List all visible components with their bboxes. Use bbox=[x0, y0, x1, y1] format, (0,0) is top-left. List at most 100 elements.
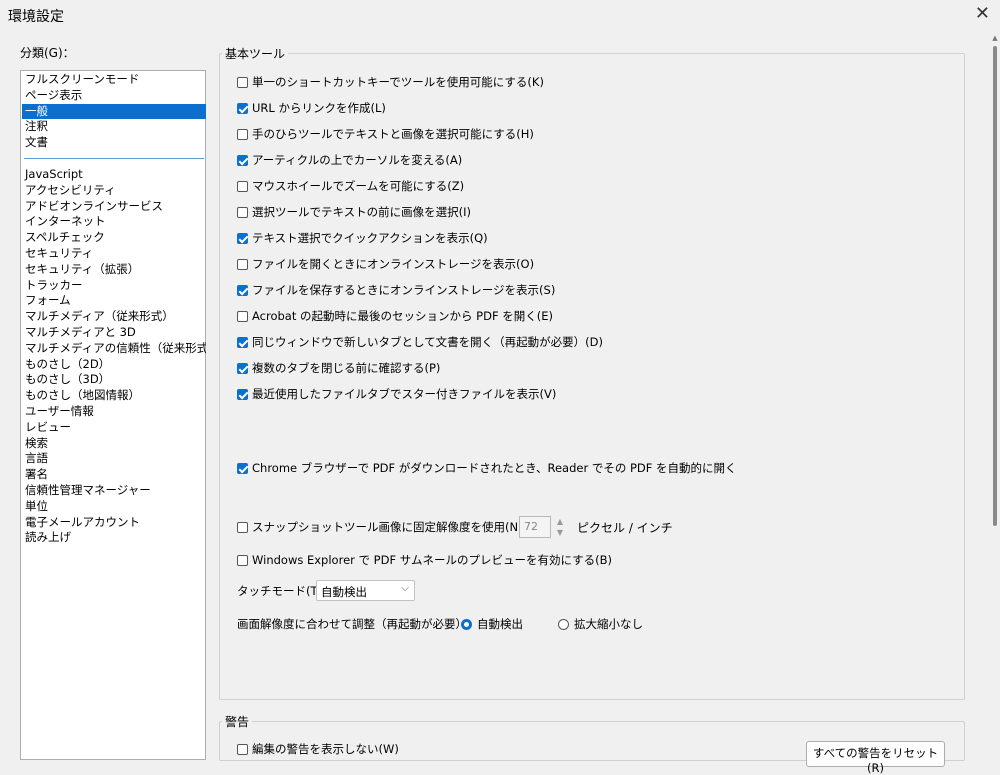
chrome-open-checkbox[interactable] bbox=[237, 463, 248, 474]
basic-tool-option[interactable]: 最近使用したファイルタブでスター付きファイルを表示(V) bbox=[237, 386, 556, 402]
option-checkbox[interactable] bbox=[237, 389, 248, 400]
reset-warnings-button[interactable]: すべての警告をリセット(R) bbox=[806, 741, 945, 775]
option-checkbox[interactable] bbox=[237, 259, 248, 270]
category-item[interactable]: セキュリティ bbox=[22, 246, 206, 262]
stepper-down-icon[interactable]: ▼ bbox=[554, 527, 566, 538]
option-checkbox[interactable] bbox=[237, 181, 248, 192]
category-item[interactable]: 電子メールアカウント bbox=[22, 515, 206, 531]
option-checkbox[interactable] bbox=[237, 129, 248, 140]
option-checkbox[interactable] bbox=[237, 207, 248, 218]
scrollbar-thumb[interactable] bbox=[993, 46, 997, 526]
category-item[interactable]: ものさし（3D） bbox=[22, 372, 206, 388]
resolution-label: 画面解像度に合わせて調整（再起動が必要）： bbox=[237, 617, 473, 631]
explorer-preview-option[interactable]: Windows Explorer で PDF サムネールのプレビューを有効にする… bbox=[237, 552, 612, 568]
radio-auto-detect-icon[interactable] bbox=[461, 619, 472, 630]
category-item[interactable]: インターネット bbox=[22, 214, 206, 230]
title-bar: 環境設定 ✕ bbox=[0, 0, 1000, 30]
option-checkbox[interactable] bbox=[237, 285, 248, 296]
option-label: 手のひらツールでテキストと画像を選択可能にする(H) bbox=[252, 127, 534, 141]
option-label: ファイルを保存するときにオンラインストレージを表示(S) bbox=[252, 283, 556, 297]
category-item[interactable]: ユーザー情報 bbox=[22, 404, 206, 420]
category-item[interactable]: JavaScript bbox=[22, 167, 206, 183]
option-checkbox[interactable] bbox=[237, 363, 248, 374]
category-item[interactable]: トラッカー bbox=[22, 278, 206, 294]
basic-tools-group bbox=[219, 53, 965, 700]
chevron-down-icon: ⌵ bbox=[401, 583, 409, 594]
category-item[interactable]: スペルチェック bbox=[22, 230, 206, 246]
category-item[interactable]: ものさし（地図情報） bbox=[22, 388, 206, 404]
snapshot-resolution-input[interactable]: 72 bbox=[519, 516, 551, 538]
category-item[interactable]: 文書 bbox=[22, 135, 206, 151]
categories-separator bbox=[24, 158, 204, 159]
category-item[interactable]: アクセシビリティ bbox=[22, 183, 206, 199]
suppress-edit-warning-option[interactable]: 編集の警告を表示しない(W) bbox=[237, 741, 399, 757]
option-checkbox[interactable] bbox=[237, 77, 248, 88]
category-item[interactable]: 検索 bbox=[22, 436, 206, 452]
basic-tool-option[interactable]: マウスホイールでズームを可能にする(Z) bbox=[237, 178, 464, 194]
categories-list[interactable]: フルスクリーンモード ページ表示 一般 注釈 文書 JavaScript アクセシビリティア… bbox=[20, 70, 206, 760]
category-item[interactable]: フルスクリーンモード bbox=[22, 72, 206, 88]
category-item[interactable]: 一般 bbox=[22, 103, 206, 120]
categories-label: 分類(G)： bbox=[20, 46, 75, 60]
option-label: 同じウィンドウで新しいタブとして文書を開く（再起動が必要）(D) bbox=[252, 335, 603, 349]
touch-mode-select[interactable]: 自動検出 ⌵ bbox=[316, 580, 415, 601]
category-item[interactable]: アドビオンラインサービス bbox=[22, 199, 206, 215]
radio-auto-detect-label: 自動検出 bbox=[477, 617, 523, 631]
category-item[interactable]: ページ表示 bbox=[22, 88, 206, 104]
radio-no-scaling-label: 拡大縮小なし bbox=[574, 617, 643, 631]
category-item[interactable]: レビュー bbox=[22, 420, 206, 436]
category-item[interactable]: 注釈 bbox=[22, 119, 206, 135]
chrome-open-option[interactable]: Chrome ブラウザーで PDF がダウンロードされたとき、Reader でそ… bbox=[237, 460, 737, 476]
snapshot-unit: ピクセル / インチ bbox=[577, 521, 673, 535]
touch-mode-value: 自動検出 bbox=[321, 585, 367, 599]
explorer-preview-label: Windows Explorer で PDF サムネールのプレビューを有効にする… bbox=[252, 553, 612, 567]
basic-tool-option[interactable]: Acrobat の起動時に最後のセッションから PDF を開く(E) bbox=[237, 308, 553, 324]
chrome-open-label: Chrome ブラウザーで PDF がダウンロードされたとき、Reader でそ… bbox=[252, 461, 737, 475]
radio-no-scaling-icon[interactable] bbox=[558, 619, 569, 630]
basic-tool-option[interactable]: アーティクルの上でカーソルを変える(A) bbox=[237, 152, 462, 168]
scroll-up-icon[interactable]: ▲ bbox=[990, 34, 1000, 44]
category-item[interactable]: ものさし（2D） bbox=[22, 357, 206, 373]
basic-tool-option[interactable]: テキスト選択でクイックアクションを表示(Q) bbox=[237, 230, 488, 246]
category-item[interactable]: 信頼性管理マネージャー bbox=[22, 483, 206, 499]
category-item[interactable]: 署名 bbox=[22, 467, 206, 483]
warnings-title: 警告 bbox=[222, 713, 253, 730]
category-item[interactable]: 言語 bbox=[22, 451, 206, 467]
radio-auto-detect[interactable]: 自動検出 bbox=[461, 616, 523, 632]
category-item[interactable]: フォーム bbox=[22, 293, 206, 309]
option-checkbox[interactable] bbox=[237, 233, 248, 244]
basic-tool-option[interactable]: 複数のタブを閉じる前に確認する(P) bbox=[237, 360, 440, 376]
basic-tool-option[interactable]: ファイルを保存するときにオンラインストレージを表示(S) bbox=[237, 282, 555, 298]
option-checkbox[interactable] bbox=[237, 155, 248, 166]
basic-tool-option[interactable]: 同じウィンドウで新しいタブとして文書を開く（再起動が必要）(D) bbox=[237, 334, 603, 350]
suppress-edit-warning-checkbox[interactable] bbox=[237, 744, 248, 755]
basic-tool-option[interactable]: ファイルを開くときにオンラインストレージを表示(O) bbox=[237, 256, 534, 272]
radio-no-scaling[interactable]: 拡大縮小なし bbox=[558, 616, 643, 632]
category-item[interactable]: マルチメディアと 3D bbox=[22, 325, 206, 341]
option-checkbox[interactable] bbox=[237, 103, 248, 114]
option-checkbox[interactable] bbox=[237, 337, 248, 348]
explorer-preview-checkbox[interactable] bbox=[237, 555, 248, 566]
suppress-edit-warning-label: 編集の警告を表示しない(W) bbox=[252, 742, 399, 756]
category-item[interactable]: マルチメディアの信頼性（従来形式） bbox=[22, 341, 206, 357]
close-icon[interactable]: ✕ bbox=[975, 3, 990, 24]
snapshot-resolution-stepper[interactable]: ▲ ▼ bbox=[554, 516, 566, 538]
category-item[interactable]: セキュリティ（拡張） bbox=[22, 262, 206, 278]
basic-tools-title: 基本ツール bbox=[222, 45, 289, 62]
basic-tool-option[interactable]: URL からリンクを作成(L) bbox=[237, 100, 386, 116]
option-label: アーティクルの上でカーソルを変える(A) bbox=[252, 153, 463, 167]
scrollbar[interactable]: ▲ bbox=[990, 34, 1000, 751]
category-item[interactable]: マルチメディア（従来形式） bbox=[22, 309, 206, 325]
basic-tool-option[interactable]: 単一のショートカットキーでツールを使用可能にする(K) bbox=[237, 74, 544, 90]
option-checkbox[interactable] bbox=[237, 311, 248, 322]
option-label: 最近使用したファイルタブでスター付きファイルを表示(V) bbox=[252, 387, 557, 401]
snapshot-option[interactable]: スナップショットツール画像に固定解像度を使用(N)： bbox=[237, 519, 534, 535]
snapshot-checkbox[interactable] bbox=[237, 522, 248, 533]
basic-tool-option[interactable]: 手のひらツールでテキストと画像を選択可能にする(H) bbox=[237, 126, 534, 142]
basic-tool-option[interactable]: 選択ツールでテキストの前に画像を選択(I) bbox=[237, 204, 471, 220]
option-label: Acrobat の起動時に最後のセッションから PDF を開く(E) bbox=[252, 309, 553, 323]
option-label: マウスホイールでズームを可能にする(Z) bbox=[252, 179, 465, 193]
category-item[interactable]: 読み上げ bbox=[22, 530, 206, 546]
stepper-up-icon[interactable]: ▲ bbox=[554, 516, 566, 527]
category-item[interactable]: 単位 bbox=[22, 499, 206, 515]
